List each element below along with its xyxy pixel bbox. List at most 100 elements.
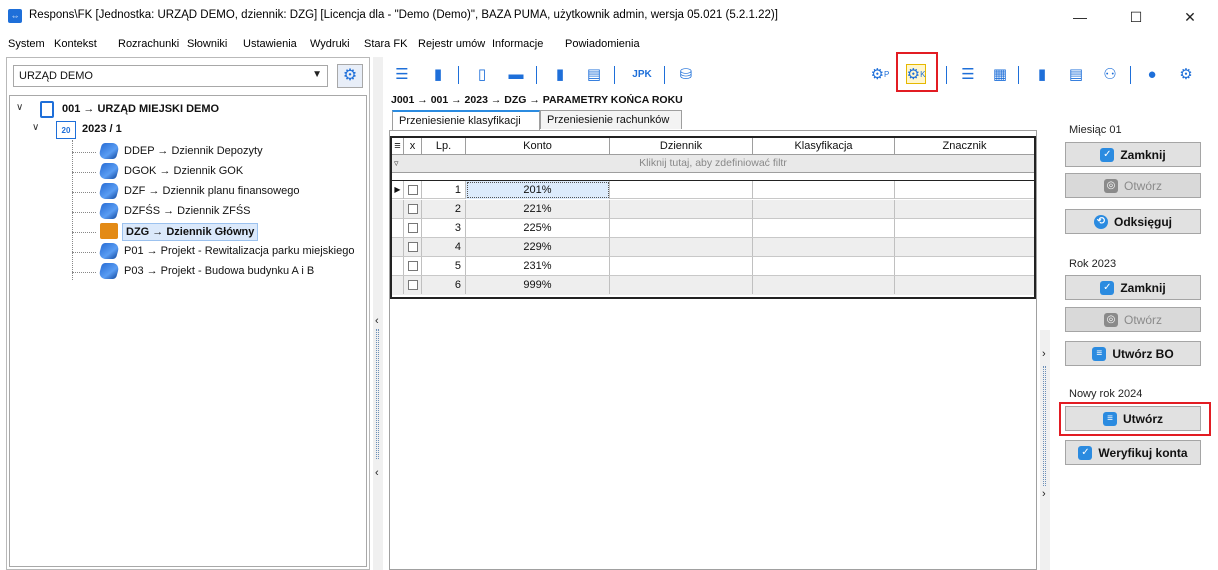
cell-znacznik[interactable] [895, 257, 1034, 275]
card-icon[interactable]: ▬ [506, 64, 526, 84]
menu-ustawienia[interactable]: Ustawienia [243, 38, 297, 50]
user-icon[interactable]: ● [1142, 64, 1162, 84]
cell-konto[interactable]: 201% [466, 181, 610, 199]
cell-klasyfikacja[interactable] [753, 200, 895, 218]
menu-kontekst[interactable]: Kontekst [54, 38, 97, 50]
cell-dziennik[interactable] [610, 181, 753, 199]
filter-row[interactable]: ▿ Kliknij tutaj, aby zdefiniować filtr [392, 155, 1034, 173]
month-unbook-button[interactable]: ⟲ Odksięguj [1065, 209, 1201, 234]
table-row[interactable]: 2 221% [392, 200, 1034, 219]
year-open-button[interactable]: ◎ Otwórz [1065, 307, 1201, 332]
cell-dziennik[interactable] [610, 276, 753, 294]
table-row[interactable]: 3 225% [392, 219, 1034, 238]
cell-klasyfikacja[interactable] [753, 257, 895, 275]
cell-klasyfikacja[interactable] [753, 276, 895, 294]
cell-dziennik[interactable] [610, 257, 753, 275]
books-icon[interactable]: ▮ [1032, 64, 1052, 84]
cell-znacznik[interactable] [895, 200, 1034, 218]
book-icon[interactable]: ▮ [550, 64, 570, 84]
form-icon[interactable]: ▤ [1066, 64, 1086, 84]
table-row[interactable]: 5 231% [392, 257, 1034, 276]
splitter-grip[interactable] [376, 329, 379, 459]
table-row[interactable]: 6 999% [392, 276, 1034, 295]
splitter-grip[interactable] [1043, 366, 1046, 486]
left-splitter[interactable]: ‹ ‹ [373, 57, 383, 570]
menu-informacje[interactable]: Informacje [492, 38, 543, 50]
column-header-znacznik[interactable]: Znacznik [895, 138, 1034, 155]
checklist-icon[interactable]: ☰ [958, 64, 978, 84]
menu-rejestr-umow[interactable]: Rejestr umów [418, 38, 485, 50]
chevron-left-icon[interactable]: ‹ [375, 467, 379, 479]
cell-znacznik[interactable] [895, 219, 1034, 237]
month-close-button[interactable]: ✓ Zamknij [1065, 142, 1201, 167]
settings-icon[interactable]: ⚙ [1176, 64, 1196, 84]
tree-item-dzf[interactable]: DZF → Dziennik planu finansowego [10, 182, 360, 202]
chevron-right-icon[interactable]: › [1042, 348, 1046, 360]
table-row[interactable]: ▶ 1 201% [392, 180, 1034, 199]
tab-przeniesienie-rachunkow[interactable]: Przeniesienie rachunków [540, 110, 682, 129]
cell-klasyfikacja[interactable] [753, 219, 895, 237]
jpk-button[interactable]: JPK [628, 64, 656, 84]
grid-icon[interactable]: ▦ [990, 64, 1010, 84]
chevron-down-icon[interactable]: ∨ [16, 102, 23, 113]
row-checkbox[interactable] [404, 200, 422, 218]
cell-klasyfikacja[interactable] [753, 181, 895, 199]
table-row[interactable]: 4 229% [392, 238, 1034, 257]
year-create-bo-button[interactable]: ≡ Utwórz BO [1065, 341, 1201, 366]
tree-item-dgok[interactable]: DGOK → Dziennik GOK [10, 162, 360, 182]
cell-konto[interactable]: 221% [466, 200, 610, 218]
cell-dziennik[interactable] [610, 238, 753, 256]
right-splitter[interactable]: › › [1040, 330, 1050, 570]
column-header-x[interactable]: x [404, 138, 422, 155]
row-checkbox[interactable] [404, 238, 422, 256]
row-checkbox[interactable] [404, 219, 422, 237]
cell-konto[interactable]: 999% [466, 276, 610, 294]
database-icon[interactable]: ⛁ [676, 64, 696, 84]
chevron-down-icon[interactable]: ∨ [32, 122, 39, 133]
menu-system[interactable]: System [8, 38, 45, 50]
column-header-dziennik[interactable]: Dziennik [610, 138, 753, 155]
list-icon[interactable]: ☰ [392, 64, 412, 84]
cell-znacznik[interactable] [895, 181, 1034, 199]
column-chooser-icon[interactable]: ≡ [392, 138, 404, 155]
tree-item-dzg[interactable]: DZG → Dziennik Główny [10, 222, 360, 242]
tree-item-ddep[interactable]: DDEP → Dziennik Depozyty [10, 142, 360, 162]
year-close-button[interactable]: ✓ Zamknij [1065, 275, 1201, 300]
clipboard-icon[interactable]: ▤ [584, 64, 604, 84]
tree-item-dzfss[interactable]: DZFŚS → Dziennik ZFŚS [10, 202, 360, 222]
tree-item-p01[interactable]: P01 → Projekt - Rewitalizacja parku miej… [10, 242, 360, 262]
row-checkbox[interactable] [404, 276, 422, 294]
unit-select[interactable]: URZĄD DEMO ▼ [13, 65, 328, 87]
column-header-lp[interactable]: Lp. [422, 138, 466, 155]
column-header-konto[interactable]: Konto [466, 138, 610, 155]
chevron-left-icon[interactable]: ‹ [375, 315, 379, 327]
tree-root[interactable]: ∨ 001 → URZĄD MIEJSKI DEMO [10, 100, 360, 120]
minimize-button[interactable]: — [1057, 4, 1103, 30]
menu-powiadomienia[interactable]: Powiadomienia [565, 38, 640, 50]
tree-item-p03[interactable]: P03 → Projekt - Budowa budynku A i B [10, 262, 360, 282]
cell-znacznik[interactable] [895, 238, 1034, 256]
cell-konto[interactable]: 229% [466, 238, 610, 256]
row-checkbox[interactable] [404, 257, 422, 275]
cell-konto[interactable]: 231% [466, 257, 610, 275]
menu-slowniki[interactable]: Słowniki [187, 38, 227, 50]
tab-przeniesienie-klasyfikacji[interactable]: Przeniesienie klasyfikacji [392, 110, 540, 130]
column-header-klasyfikacja[interactable]: Klasyfikacja [753, 138, 895, 155]
cell-dziennik[interactable] [610, 200, 753, 218]
menu-rozrachunki[interactable]: Rozrachunki [118, 38, 179, 50]
document-icon[interactable]: ▯ [472, 64, 492, 84]
chart-icon[interactable]: ▮ [428, 64, 448, 84]
gear-p-icon[interactable]: ⚙ P [870, 64, 890, 84]
row-checkbox[interactable] [404, 181, 422, 199]
menu-wydruki[interactable]: Wydruki [310, 38, 350, 50]
cell-dziennik[interactable] [610, 219, 753, 237]
people-icon[interactable]: ⚇ [1100, 64, 1120, 84]
cell-konto[interactable]: 225% [466, 219, 610, 237]
maximize-button[interactable]: ☐ [1113, 4, 1159, 30]
menu-stara-fk[interactable]: Stara FK [364, 38, 407, 50]
cell-klasyfikacja[interactable] [753, 238, 895, 256]
gear-icon[interactable]: ⚙ [337, 64, 363, 88]
verify-accounts-button[interactable]: ✓ Weryfikuj konta [1065, 440, 1201, 465]
chevron-right-icon[interactable]: › [1042, 488, 1046, 500]
cell-znacznik[interactable] [895, 276, 1034, 294]
